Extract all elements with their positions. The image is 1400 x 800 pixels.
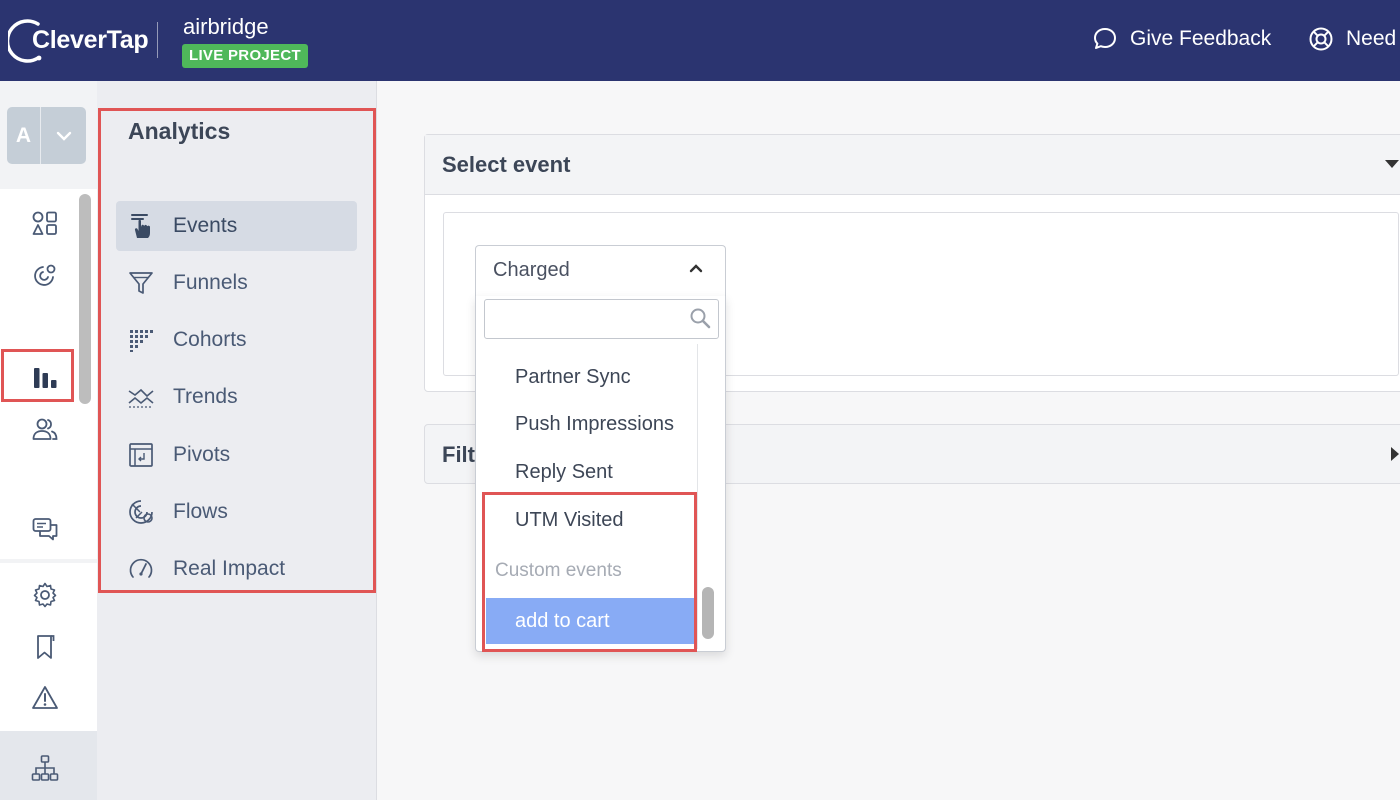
event-search-input[interactable] <box>484 299 719 339</box>
event-option[interactable]: Push Impressions <box>486 401 695 447</box>
top-header: CleverTap airbridge LIVE PROJECT Give Fe… <box>0 0 1400 81</box>
search-icon <box>689 307 711 334</box>
event-option[interactable]: Reply Sent <box>486 449 695 495</box>
settings-icon[interactable] <box>30 580 60 610</box>
rail-scrollbar[interactable] <box>79 194 91 404</box>
alert-icon[interactable] <box>30 683 60 713</box>
select-event-header[interactable]: Select event <box>425 135 1400 195</box>
segments-icon[interactable] <box>30 414 60 444</box>
give-feedback-button[interactable]: Give Feedback <box>1092 26 1271 52</box>
dropdown-scrollbar[interactable] <box>702 587 714 639</box>
caret-down-icon[interactable] <box>1385 160 1399 168</box>
filter-title: Filt <box>442 442 475 467</box>
need-help-button[interactable]: Need <box>1308 26 1396 52</box>
bookmark-icon[interactable] <box>30 632 60 662</box>
live-project-badge: LIVE PROJECT <box>182 44 308 68</box>
submenu-highlight-box <box>98 108 376 593</box>
dashboard-icon[interactable] <box>30 209 60 239</box>
event-option[interactable]: Partner Sync <box>486 354 695 400</box>
need-help-label: Need <box>1346 27 1397 50</box>
messages-icon[interactable] <box>30 514 60 544</box>
give-feedback-label: Give Feedback <box>1130 27 1272 50</box>
project-name[interactable]: airbridge <box>183 14 269 40</box>
caret-right-icon[interactable] <box>1391 447 1399 461</box>
select-event-title: Select event <box>442 152 571 177</box>
account-switcher[interactable]: A <box>7 107 86 164</box>
logo-text: CleverTap <box>32 26 149 54</box>
account-letter: A <box>7 107 41 164</box>
chevron-up-icon <box>688 260 704 281</box>
chat-bubble-icon <box>1094 28 1116 49</box>
icon-rail: A <box>0 81 97 800</box>
hierarchy-icon[interactable] <box>30 753 60 783</box>
header-divider <box>157 22 158 58</box>
clevertap-logo[interactable]: CleverTap <box>8 18 149 64</box>
lifebuoy-icon <box>1309 27 1333 51</box>
engage-icon[interactable] <box>30 261 60 291</box>
options-highlight-box <box>482 492 697 652</box>
event-select-value: Charged <box>493 259 570 281</box>
chevron-down-icon <box>41 107 86 164</box>
event-select[interactable]: Charged <box>475 245 726 297</box>
analytics-highlight-box <box>1 349 74 402</box>
